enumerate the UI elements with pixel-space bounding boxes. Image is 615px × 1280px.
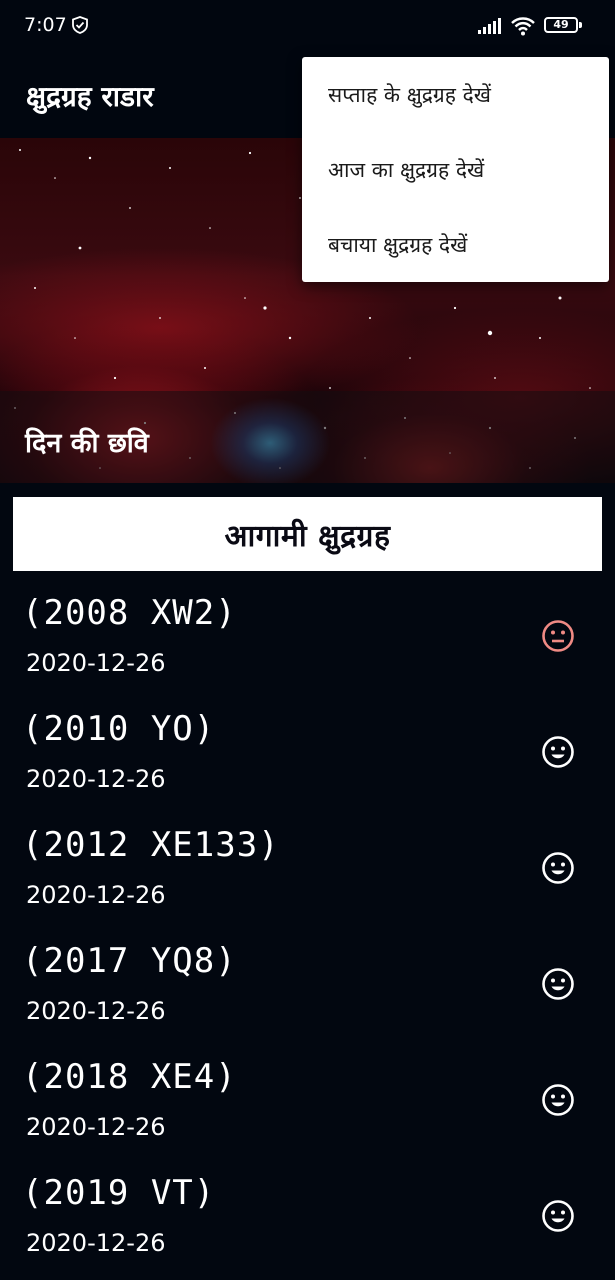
battery-level: 49	[544, 17, 578, 33]
list-item[interactable]: (2012 XE133) 2020-12-26	[0, 815, 615, 931]
smiley-face-icon[interactable]	[541, 735, 575, 769]
upcoming-asteroids-header: आगामी क्षुद्रग्रह	[13, 497, 602, 571]
asteroid-name: (2008 XW2)	[22, 593, 237, 633]
status-bar: 7:07 49	[0, 0, 615, 55]
battery-icon: 49	[544, 17, 584, 35]
menu-item-week-asteroids[interactable]: सप्ताह के क्षुद्रग्रह देखें	[302, 57, 609, 132]
smiley-face-icon[interactable]	[541, 1199, 575, 1233]
smiley-face-icon[interactable]	[541, 967, 575, 1001]
cellular-signal-icon	[478, 18, 501, 34]
asteroid-list[interactable]: (2008 XW2) 2020-12-26 (2010 YO) 2020-12-…	[0, 583, 615, 1280]
list-item[interactable]: (2018 XE4) 2020-12-26	[0, 1047, 615, 1163]
approach-date: 2020-12-26	[26, 881, 166, 909]
battery-tip	[579, 22, 582, 28]
smiley-face-icon[interactable]	[541, 1083, 575, 1117]
neutral-face-icon[interactable]	[541, 619, 575, 653]
approach-date: 2020-12-26	[26, 997, 166, 1025]
shield-icon	[72, 16, 88, 34]
list-item[interactable]: (2019 VT) 2020-12-26	[0, 1163, 615, 1279]
approach-date: 2020-12-26	[26, 649, 166, 677]
asteroid-name: (2010 YO)	[22, 709, 216, 749]
wifi-icon	[511, 17, 535, 36]
approach-date: 2020-12-26	[26, 1113, 166, 1141]
menu-item-saved-asteroids[interactable]: बचाया क्षुद्रग्रह देखें	[302, 207, 609, 282]
approach-date: 2020-12-26	[26, 1229, 166, 1257]
asteroid-name: (2017 YQ8)	[22, 941, 237, 981]
hero-caption: दिन की छवि	[25, 428, 149, 459]
asteroid-name: (2012 XE133)	[22, 825, 280, 865]
list-item[interactable]: (2010 YO) 2020-12-26	[0, 699, 615, 815]
asteroid-name: (2018 XE4)	[22, 1057, 237, 1097]
list-item[interactable]: (2008 XW2) 2020-12-26	[0, 583, 615, 699]
overflow-menu: सप्ताह के क्षुद्रग्रह देखें आज का क्षुद्…	[302, 57, 609, 282]
menu-item-today-asteroid[interactable]: आज का क्षुद्रग्रह देखें	[302, 132, 609, 207]
app-title: क्षुद्रग्रह राडार	[26, 80, 154, 113]
approach-date: 2020-12-26	[26, 765, 166, 793]
asteroid-name: (2019 VT)	[22, 1173, 216, 1213]
status-time: 7:07	[24, 14, 67, 36]
app-screen: 7:07 49 क्षुद्रग्रह राडार दिन की छवि आगा…	[0, 0, 615, 1280]
section-title: आगामी क्षुद्रग्रह	[224, 518, 391, 554]
smiley-face-icon[interactable]	[541, 851, 575, 885]
list-item[interactable]: (2017 YQ8) 2020-12-26	[0, 931, 615, 1047]
